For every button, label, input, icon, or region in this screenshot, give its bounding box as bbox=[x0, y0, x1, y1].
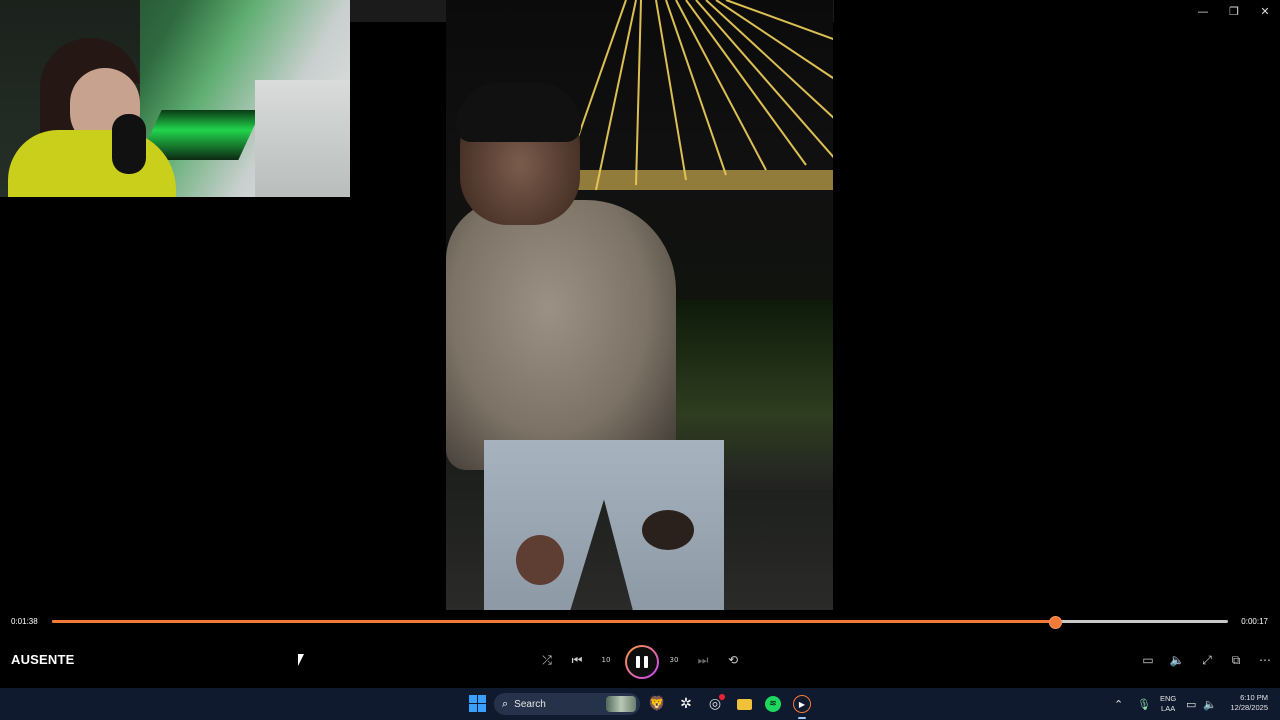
notification-badge bbox=[719, 694, 725, 700]
pause-button[interactable] bbox=[625, 645, 659, 679]
repeat-button[interactable]: ⟲ bbox=[722, 650, 744, 670]
mini-player-icon: ⧉ bbox=[1231, 652, 1241, 667]
windows-logo-tile bbox=[469, 695, 477, 703]
webcam-wall bbox=[255, 80, 350, 197]
media-player-logo: ▶ bbox=[793, 695, 811, 713]
captions-button[interactable]: ▭ bbox=[1137, 650, 1159, 670]
seek-bar[interactable] bbox=[52, 616, 1228, 629]
search-highlight-image bbox=[606, 696, 636, 712]
video-frame[interactable] bbox=[446, 0, 833, 610]
jeans-rip-right bbox=[642, 510, 694, 550]
pause-icon-bar-left bbox=[636, 656, 640, 668]
taskbar-search[interactable]: ⌕ Search bbox=[494, 693, 640, 715]
clock-date: 12/28/2025 bbox=[1230, 703, 1268, 712]
speaker-icon: 🔈 bbox=[1203, 697, 1217, 711]
spotify-icon[interactable]: ≋ bbox=[762, 693, 784, 715]
media-player-icon[interactable]: ▶ bbox=[791, 693, 813, 719]
chatgpt-icon[interactable]: ✲ bbox=[675, 693, 697, 715]
seek-bar-progress bbox=[52, 620, 1054, 623]
windows-logo-tile bbox=[478, 704, 486, 712]
network-tray-button[interactable]: ▭ bbox=[1186, 694, 1196, 714]
microphone-tray-button[interactable]: 🎙 bbox=[1137, 694, 1151, 714]
captions-icon: ▭ bbox=[1142, 653, 1154, 667]
close-button[interactable]: ✕ bbox=[1250, 0, 1280, 22]
volume-icon: 🔈 bbox=[1169, 653, 1185, 667]
keyboard-layout: LAA bbox=[1161, 704, 1176, 713]
jeans-rip-left bbox=[516, 535, 564, 585]
elapsed-time: 0:01:38 bbox=[11, 617, 38, 626]
media-title: AUSENTE bbox=[11, 652, 75, 667]
microphone bbox=[112, 114, 146, 174]
remaining-time: 0:00:17 bbox=[1241, 617, 1268, 626]
skip-previous-icon: ⏮ bbox=[571, 652, 583, 667]
file-explorer-icon[interactable] bbox=[733, 693, 755, 715]
clock-time: 6:10 PM bbox=[1240, 693, 1268, 702]
forward-30-icon: 30 bbox=[669, 656, 679, 664]
taskbar bbox=[0, 688, 1280, 720]
seek-bar-thumb[interactable] bbox=[1048, 616, 1062, 629]
show-hidden-icons-button[interactable]: ⌃ bbox=[1114, 694, 1123, 714]
webcam-overlay bbox=[0, 0, 350, 197]
chevron-up-icon: ⌃ bbox=[1114, 697, 1124, 711]
close-icon: ✕ bbox=[1260, 4, 1270, 18]
magnifier-icon: ⌕ bbox=[502, 697, 509, 710]
windows-logo-tile bbox=[478, 695, 486, 703]
network-icon: ▭ bbox=[1186, 697, 1197, 711]
mouse-cursor bbox=[298, 654, 304, 666]
steam-icon[interactable]: ◎ bbox=[704, 693, 726, 715]
brave-icon[interactable]: 🦁 bbox=[646, 693, 668, 715]
person-hair bbox=[456, 82, 581, 142]
folder-shape bbox=[736, 698, 752, 710]
more-options-button[interactable]: ⋯ bbox=[1254, 650, 1276, 670]
skip-next-icon: ⏭ bbox=[697, 652, 709, 667]
previous-button[interactable]: ⏮ bbox=[566, 650, 588, 670]
shuffle-icon: ⤮ bbox=[542, 652, 552, 667]
fullscreen-button[interactable]: ⤢ bbox=[1196, 650, 1218, 670]
windows-logo-tile bbox=[469, 704, 477, 712]
search-placeholder: Search bbox=[514, 698, 546, 710]
repeat-off-icon: ⟲ bbox=[727, 653, 739, 667]
skip-forward-button[interactable]: 30 bbox=[663, 650, 685, 670]
bridge-lights bbox=[556, 0, 833, 200]
volume-tray-button[interactable]: 🔈 bbox=[1203, 694, 1217, 714]
language-code: ENG bbox=[1160, 694, 1177, 703]
pause-icon-bar-right bbox=[644, 656, 648, 668]
next-button[interactable]: ⏭ bbox=[692, 650, 714, 670]
volume-button[interactable]: 🔈 bbox=[1166, 650, 1188, 670]
start-button[interactable] bbox=[469, 695, 486, 712]
rewind-10-icon: 10 bbox=[601, 656, 611, 664]
minimize-icon: — bbox=[1197, 4, 1209, 18]
skip-back-button[interactable]: 10 bbox=[595, 650, 617, 670]
microphone-icon: 🎙 bbox=[1137, 697, 1151, 711]
shuffle-button[interactable]: ⤮ bbox=[536, 650, 558, 670]
mini-player-button[interactable]: ⧉ bbox=[1225, 650, 1247, 670]
spotify-logo: ≋ bbox=[765, 696, 781, 712]
minimize-button[interactable]: — bbox=[1188, 0, 1218, 22]
input-language-indicator[interactable]: ENG LAA bbox=[1160, 694, 1176, 714]
fullscreen-icon: ⤢ bbox=[1202, 652, 1212, 667]
more-icon: ⋯ bbox=[1259, 653, 1271, 667]
system-clock[interactable]: 6:10 PM 12/28/2025 bbox=[1224, 693, 1268, 713]
person-shirt bbox=[446, 200, 676, 470]
restore-button[interactable]: ❐ bbox=[1219, 0, 1249, 22]
restore-icon: ❐ bbox=[1229, 4, 1239, 18]
